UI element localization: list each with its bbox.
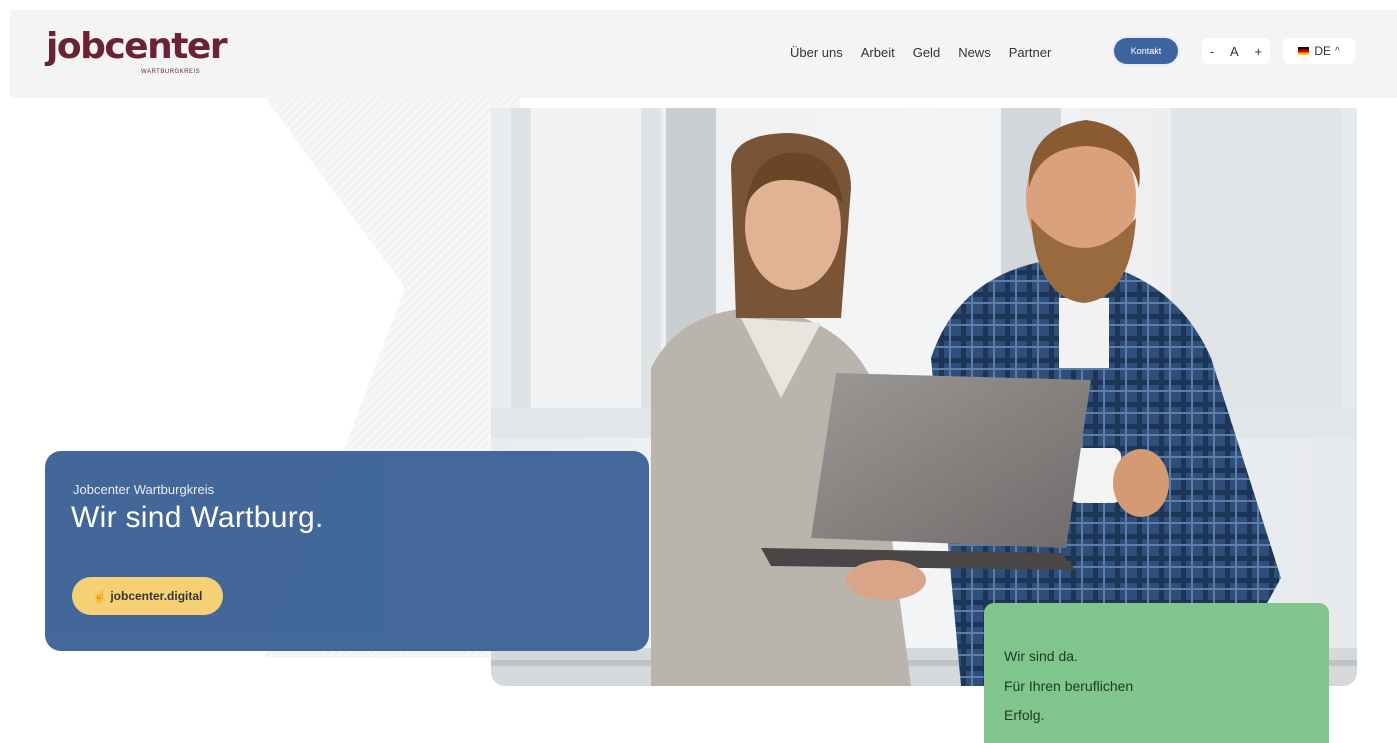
font-decrease-button[interactable]: - <box>1210 44 1214 59</box>
logo-wordmark: jobcenter <box>46 26 228 67</box>
nav-item-partner[interactable]: Partner <box>1009 45 1052 60</box>
chevron-up-icon: ^ <box>1334 45 1340 57</box>
jobcenter-digital-button[interactable]: ☝ jobcenter.digital <box>72 577 223 615</box>
nav-item-geld[interactable]: Geld <box>913 45 940 60</box>
main-nav: Über uns Arbeit Geld News Partner <box>790 39 1069 65</box>
logo-subtext: WARTBURGKREIS <box>141 69 201 75</box>
language-selector[interactable]: DE ^ <box>1283 38 1355 64</box>
pointer-hand-icon: ☝ <box>92 590 107 603</box>
jobcenter-digital-label: jobcenter.digital <box>110 589 203 603</box>
tagline-line-3: Erfolg. <box>1004 707 1045 723</box>
nav-item-news[interactable]: News <box>958 45 991 60</box>
hero-subtitle: Jobcenter Wartburgkreis <box>73 482 215 497</box>
hero-title: Wir sind Wartburg. <box>71 501 324 534</box>
site-header: jobcenter WARTBURGKREIS Über uns Arbeit … <box>10 10 1397 98</box>
language-label: DE <box>1314 44 1331 58</box>
tagline-card: Wir sind da. Für Ihren beruflichen Erfol… <box>984 603 1329 743</box>
hero-card: Jobcenter Wartburgkreis Wir sind Wartbur… <box>45 451 649 651</box>
jobcenter-logo[interactable]: jobcenter WARTBURGKREIS <box>46 27 236 83</box>
font-increase-button[interactable]: + <box>1255 44 1263 59</box>
tagline-line-1: Wir sind da. <box>1004 648 1078 664</box>
tagline-line-2: Für Ihren beruflichen <box>1004 678 1134 694</box>
contact-button[interactable]: Kontakt <box>1114 38 1178 64</box>
nav-item-ueber-uns[interactable]: Über uns <box>790 45 843 60</box>
german-flag-icon <box>1298 47 1310 55</box>
nav-item-arbeit[interactable]: Arbeit <box>861 45 895 60</box>
font-size-label: A <box>1230 43 1239 59</box>
font-size-control: - A + <box>1202 38 1270 64</box>
